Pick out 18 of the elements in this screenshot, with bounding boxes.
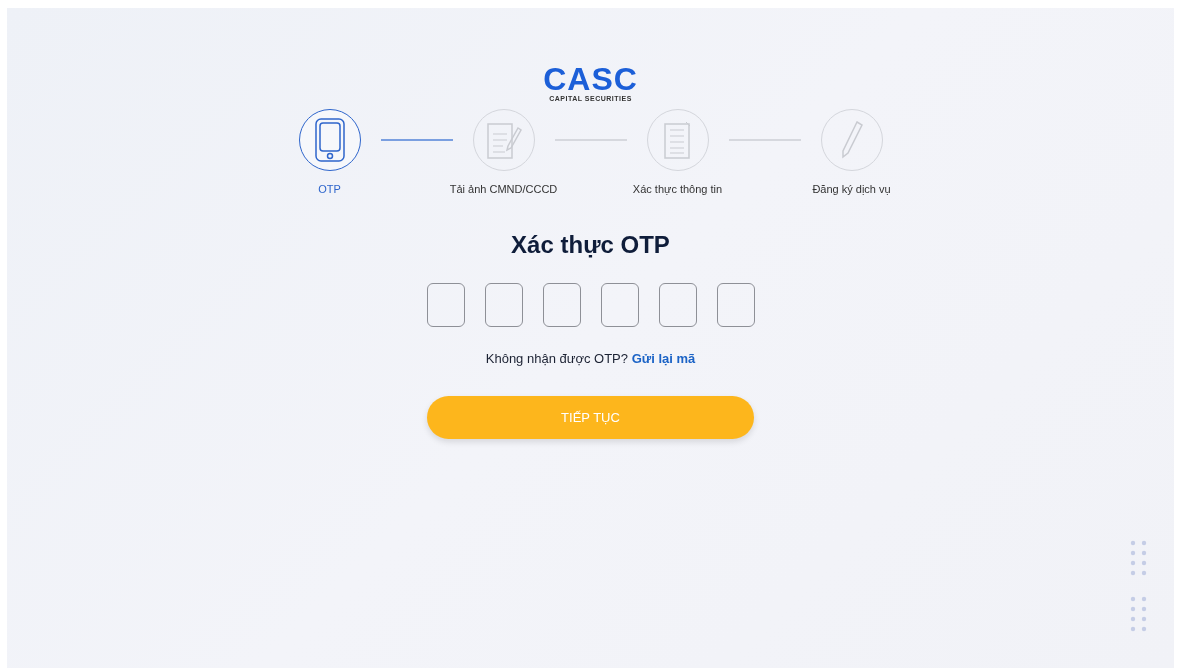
step-label: OTP xyxy=(318,183,341,195)
otp-digit-field[interactable] xyxy=(600,283,639,327)
document-pen-icon xyxy=(485,120,522,160)
otp-digit-field[interactable] xyxy=(484,283,523,327)
otp-digit-field[interactable] xyxy=(426,283,465,327)
phone-icon xyxy=(314,118,345,162)
resend-prompt: Không nhận được OTP? Gửi lại mã xyxy=(485,351,696,366)
otp-digit-field[interactable] xyxy=(658,283,697,327)
step-label: Đăng ký dịch vụ xyxy=(812,183,891,195)
pen-icon xyxy=(839,120,864,160)
resend-link[interactable]: Gửi lại mã xyxy=(631,351,696,366)
otp-digit-field[interactable] xyxy=(716,283,755,327)
step-label: Xác thực thông tin xyxy=(632,183,723,195)
page-title: Xác thực OTP xyxy=(511,231,670,259)
step-label: Tải ảnh CMND/CCCD xyxy=(449,183,558,195)
otp-digit-field[interactable] xyxy=(542,283,581,327)
dots-decoration-icon xyxy=(1130,540,1147,632)
logo-wordmark: CASC xyxy=(543,64,638,94)
